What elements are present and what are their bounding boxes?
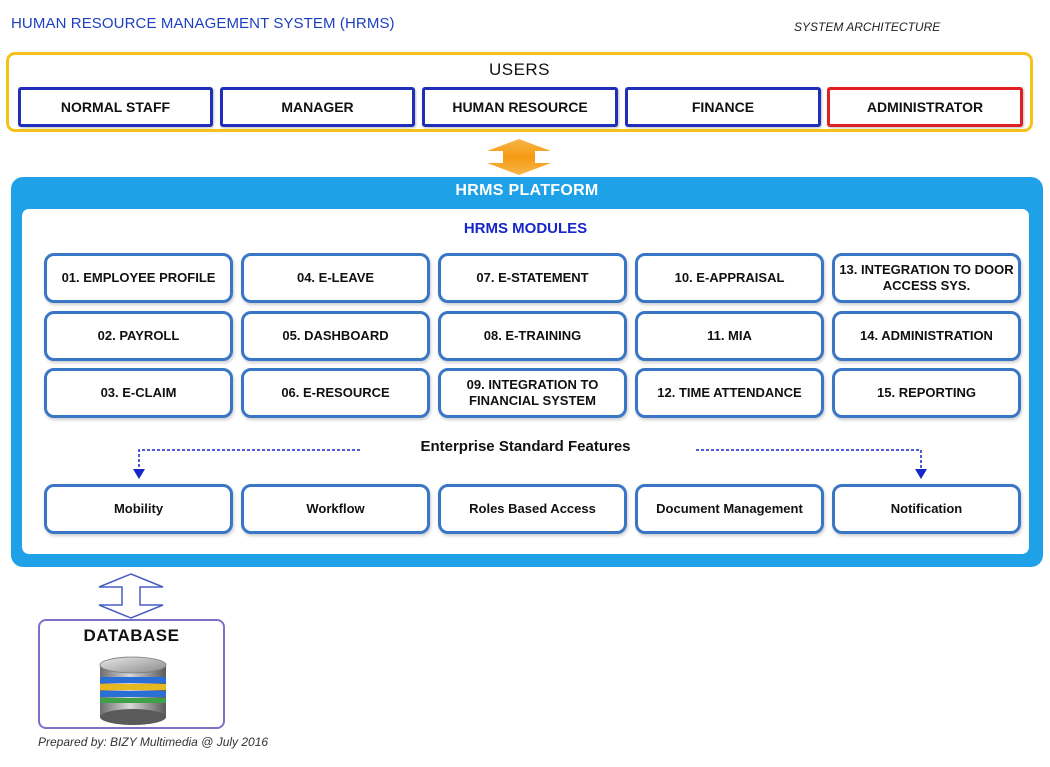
module-e-training: 08. E-TRAINING (438, 311, 627, 361)
platform-inner-area: HRMS MODULES 01. EMPLOYEE PROFILE 02. PA… (22, 209, 1029, 554)
arrow-down-icon (915, 469, 927, 479)
features-right-connector (696, 449, 927, 479)
diagram-subtitle: SYSTEM ARCHITECTURE (794, 20, 941, 34)
user-human-resource: HUMAN RESOURCE (422, 87, 618, 127)
module-dashboard: 05. DASHBOARD (241, 311, 430, 361)
module-e-statement: 07. E-STATEMENT (438, 253, 627, 303)
hrms-platform-panel: HRMS PLATFORM HRMS MODULES 01. EMPLOYEE … (11, 177, 1043, 567)
arrow-down-icon (133, 469, 145, 479)
module-integration-financial: 09. INTEGRATION TO FINANCIAL SYSTEM (438, 368, 627, 418)
module-integration-door-access: 13. INTEGRATION TO DOOR ACCESS SYS. (832, 253, 1021, 303)
database-icon (99, 656, 167, 725)
module-e-leave: 04. E-LEAVE (241, 253, 430, 303)
module-reporting: 15. REPORTING (832, 368, 1021, 418)
platform-label: HRMS PLATFORM (455, 182, 599, 199)
feature-workflow: Workflow (241, 484, 430, 534)
user-administrator: ADMINISTRATOR (827, 87, 1023, 127)
diagram-title: HUMAN RESOURCE MANAGEMENT SYSTEM (HRMS) (11, 15, 395, 32)
user-finance: FINANCE (625, 87, 821, 127)
feature-notification: Notification (832, 484, 1021, 534)
user-normal-staff: NORMAL STAFF (18, 87, 213, 127)
user-manager: MANAGER (220, 87, 415, 127)
feature-roles-based-access: Roles Based Access (438, 484, 627, 534)
module-mia: 11. MIA (635, 311, 824, 361)
bidirectional-arrow-icon (487, 139, 551, 175)
footer-credit: Prepared by: BIZY Multimedia @ July 2016 (38, 735, 269, 749)
users-label: USERS (488, 60, 551, 79)
users-panel: USERS NORMAL STAFF MANAGER HUMAN RESOURC… (6, 52, 1033, 132)
module-e-claim: 03. E-CLAIM (44, 368, 233, 418)
module-administration: 14. ADMINISTRATION (832, 311, 1021, 361)
module-payroll: 02. PAYROLL (44, 311, 233, 361)
module-e-appraisal: 10. E-APPRAISAL (635, 253, 824, 303)
feature-mobility: Mobility (44, 484, 233, 534)
database-panel: DATABASE (38, 619, 225, 729)
features-left-connector (133, 449, 360, 479)
feature-document-management: Document Management (635, 484, 824, 534)
modules-label: HRMS MODULES (463, 220, 588, 237)
database-label: DATABASE (83, 626, 180, 645)
module-time-attendance: 12. TIME ATTENDANCE (635, 368, 824, 418)
database-link-arrow-icon (98, 573, 164, 619)
module-e-resource: 06. E-RESOURCE (241, 368, 430, 418)
module-employee-profile: 01. EMPLOYEE PROFILE (44, 253, 233, 303)
